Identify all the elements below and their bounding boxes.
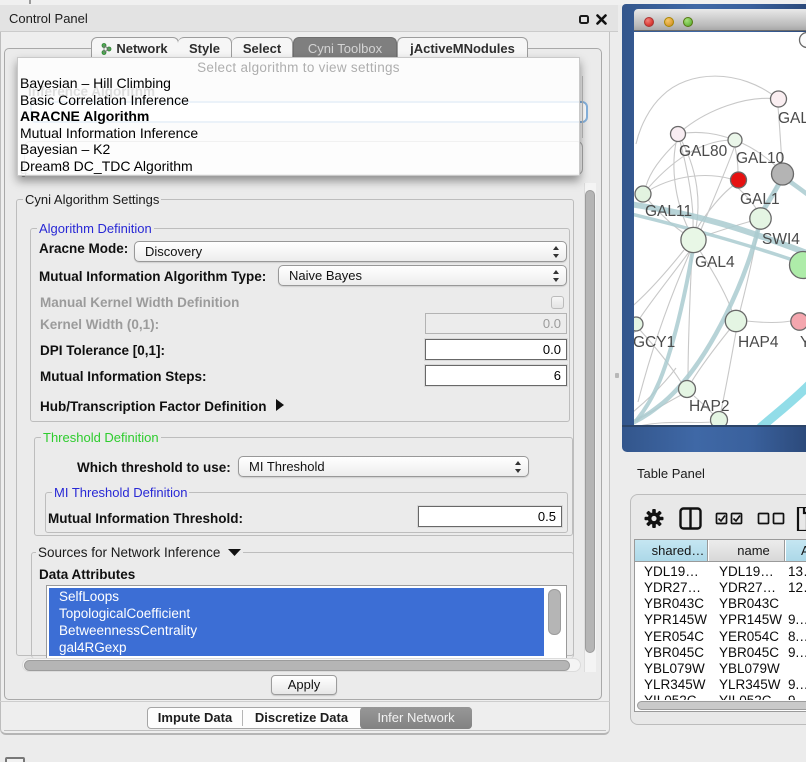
svg-text:GAL2: GAL2 xyxy=(778,110,806,127)
svg-text:GAL4: GAL4 xyxy=(695,254,735,271)
svg-text:GCY1: GCY1 xyxy=(634,334,675,351)
svg-text:GAL11: GAL11 xyxy=(645,203,692,220)
svg-text:HAP4: HAP4 xyxy=(738,334,779,351)
svg-text:GAL1: GAL1 xyxy=(740,191,780,208)
svg-text:GAL10: GAL10 xyxy=(736,150,785,167)
svg-text:HAP2: HAP2 xyxy=(689,398,730,415)
svg-text:YM: YM xyxy=(800,334,806,351)
svg-text:SWI4: SWI4 xyxy=(762,231,800,248)
svg-text:GAL80: GAL80 xyxy=(679,143,728,160)
